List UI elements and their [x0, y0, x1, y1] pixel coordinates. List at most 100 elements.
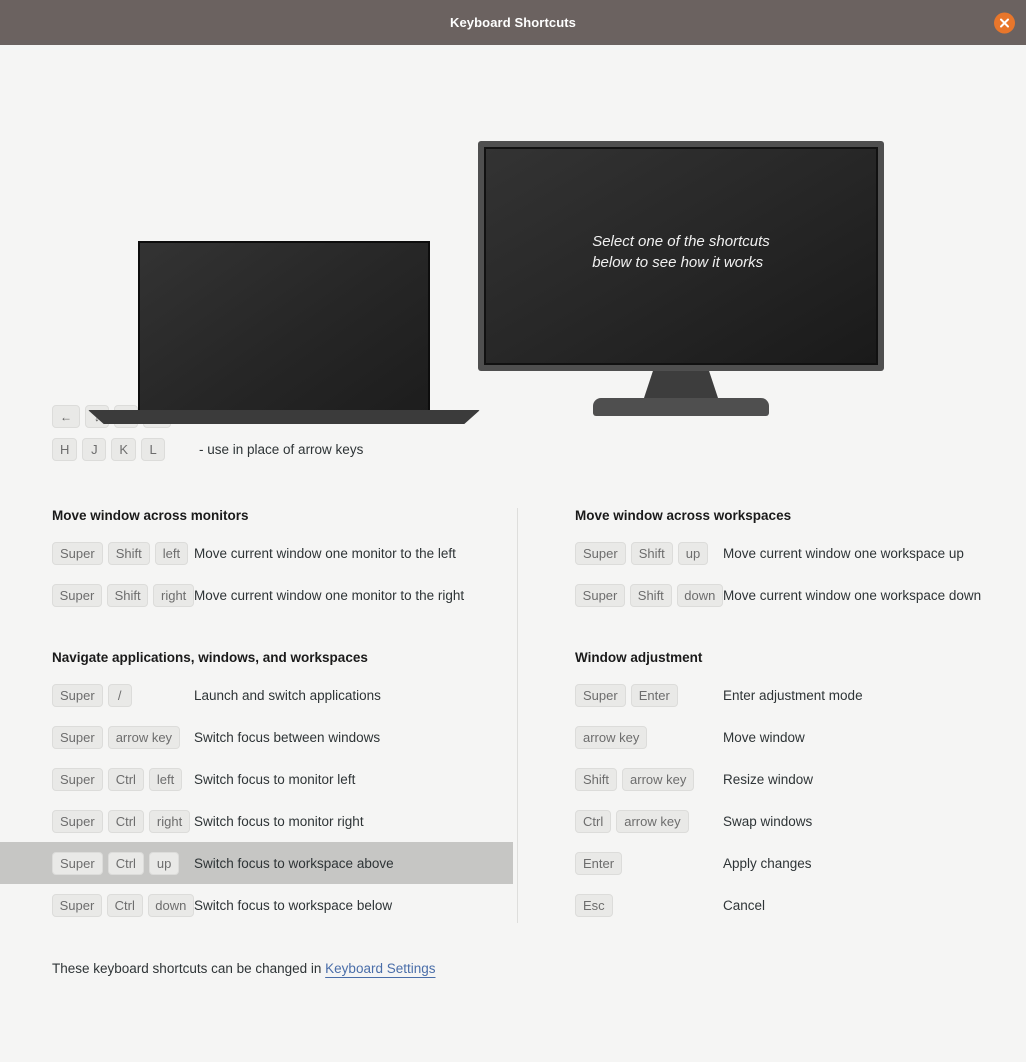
shortcut-keys: Super Enter: [575, 683, 723, 707]
keycap: Ctrl: [107, 767, 144, 791]
shortcut-row[interactable]: Enter Apply changes: [523, 842, 1026, 884]
shortcut-keys: Shift arrow key: [575, 767, 723, 791]
shortcut-description: Move current window one monitor to the l…: [194, 545, 456, 561]
keycap: J: [82, 438, 107, 461]
shortcut-row[interactable]: Super Shift left Move current window one mo…: [0, 532, 513, 574]
close-button[interactable]: [994, 12, 1015, 33]
external-monitor-illustration: Select one of the shortcuts below to see…: [478, 141, 884, 422]
keycap: K: [111, 438, 137, 461]
keycap: up: [677, 541, 709, 565]
keycap: arrow key: [622, 767, 695, 791]
shortcut-row[interactable]: Ctrl arrow key Swap windows: [523, 800, 1026, 842]
keycap: right: [153, 583, 194, 607]
shortcut-keys: Ctrl arrow key: [575, 809, 723, 833]
laptop-screen: [138, 241, 430, 412]
keycap: Super: [52, 725, 103, 749]
shortcut-row[interactable]: Super Enter Enter adjustment mode: [523, 674, 1026, 716]
legend-keys: HJKL: [52, 438, 199, 461]
shortcut-column-left: Move window across monitors Super Shift lef…: [0, 508, 513, 923]
section-title: Window adjustment: [575, 650, 703, 665]
keycap: Ctrl: [107, 809, 144, 833]
monitor-message: Select one of the shortcuts below to see…: [592, 232, 770, 273]
keycap: down: [676, 583, 723, 607]
keycap: Esc: [575, 893, 613, 917]
shortcut-section: Navigate applications, windows, and work…: [0, 650, 513, 926]
close-icon: [999, 17, 1010, 28]
keycap: Super: [52, 767, 103, 791]
shortcut-keys: Super Ctrl left: [52, 767, 194, 791]
shortcut-row[interactable]: Super / Launch and switch applications: [0, 674, 513, 716]
keycap: ←: [52, 405, 80, 428]
keycap: Shift: [107, 541, 150, 565]
shortcut-section: Window adjustment Super Enter Enter adjustm…: [523, 650, 1026, 926]
keycap: Shift: [106, 583, 149, 607]
shortcut-description: Resize window: [723, 771, 814, 787]
keycap: Ctrl: [106, 893, 143, 917]
keycap: Shift: [630, 541, 673, 565]
shortcut-row[interactable]: Super Ctrl right Switch focus to monitor ri…: [0, 800, 513, 842]
laptop-illustration: [88, 150, 480, 428]
keycap: right: [148, 809, 191, 833]
shortcut-row[interactable]: Super Ctrl left Switch focus to monitor lef…: [0, 758, 513, 800]
shortcut-row[interactable]: Super Shift down Move current window one wo…: [523, 574, 1026, 616]
shortcut-keys: Esc: [575, 893, 723, 917]
shortcut-keys: Super Ctrl up: [52, 851, 194, 875]
shortcut-description: Switch focus to monitor right: [194, 813, 364, 829]
shortcut-description: Enter adjustment mode: [723, 687, 863, 703]
keycap: Super: [575, 583, 626, 607]
shortcut-description: Move current window one monitor to the r…: [194, 587, 465, 603]
shortcut-description: Swap windows: [723, 813, 813, 829]
keycap: arrow key: [616, 809, 689, 833]
shortcut-keys: Super Shift left: [52, 541, 194, 565]
window-title: Keyboard Shortcuts: [449, 15, 577, 30]
keycap: Enter: [630, 683, 678, 707]
shortcut-keys: Super Ctrl right: [52, 809, 194, 833]
keycap: arrow key: [575, 725, 648, 749]
keycap: Ctrl: [107, 851, 144, 875]
keycap: Super: [52, 583, 102, 607]
monitor-base: [593, 398, 769, 416]
section-title: Move window across workspaces: [575, 508, 792, 523]
shortcut-description: Cancel: [723, 897, 766, 913]
shortcut-keys: Super Shift up: [575, 541, 723, 565]
keycap: left: [154, 541, 189, 565]
shortcut-row[interactable]: Super arrow key Switch focus between windo…: [0, 716, 513, 758]
window-titlebar: Keyboard Shortcuts: [0, 0, 1026, 45]
shortcut-row[interactable]: arrow key Move window: [523, 716, 1026, 758]
keycap: Super: [52, 809, 103, 833]
monitors-illustration: Select one of the shortcuts below to see…: [0, 45, 1026, 424]
laptop-base: [88, 410, 480, 424]
keycap: H: [52, 438, 78, 461]
monitor-message-line-2: below to see how it works: [592, 254, 764, 271]
keycap: Shift: [575, 767, 618, 791]
shortcut-row-selected[interactable]: Super Ctrl up Switch focus to workspace abo…: [0, 842, 513, 884]
keycap: Super: [52, 893, 102, 917]
keycap: Ctrl: [575, 809, 612, 833]
shortcut-row[interactable]: Super Shift up Move current window one work…: [523, 532, 1026, 574]
keyboard-settings-link[interactable]: Keyboard Settings: [325, 961, 435, 976]
monitor-bezel: Select one of the shortcuts below to see…: [478, 141, 884, 371]
shortcut-row[interactable]: Super Shift right Move current window one m…: [0, 574, 513, 616]
keycap: Super: [575, 541, 626, 565]
shortcut-keys: Super Shift down: [575, 583, 723, 607]
shortcut-columns: Move window across monitors Super Shift lef…: [0, 508, 1026, 923]
section-title: Navigate applications, windows, and work…: [52, 650, 368, 665]
section-title: Move window across monitors: [52, 508, 249, 523]
shortcut-row[interactable]: Shift arrow key Resize window: [523, 758, 1026, 800]
shortcut-description: Switch focus to workspace below: [194, 897, 393, 913]
keycap: left: [148, 767, 183, 791]
shortcut-keys: Enter: [575, 851, 723, 875]
shortcut-description: Switch focus to monitor left: [194, 771, 356, 787]
monitor-message-line-1: Select one of the shortcuts: [592, 233, 770, 251]
keycap: Super: [52, 683, 103, 707]
keycap: Super: [52, 851, 103, 875]
footer-note: These keyboard shortcuts can be changed …: [0, 961, 1026, 976]
footer-text: These keyboard shortcuts can be changed …: [52, 961, 326, 976]
shortcut-description: Launch and switch applications: [194, 687, 381, 703]
shortcut-row[interactable]: Esc Cancel: [523, 884, 1026, 926]
keycap: up: [148, 851, 180, 875]
shortcut-row[interactable]: Super Ctrl down Switch focus to workspace b…: [0, 884, 513, 926]
shortcut-keys: Super /: [52, 683, 194, 707]
keycap: arrow key: [107, 725, 181, 749]
